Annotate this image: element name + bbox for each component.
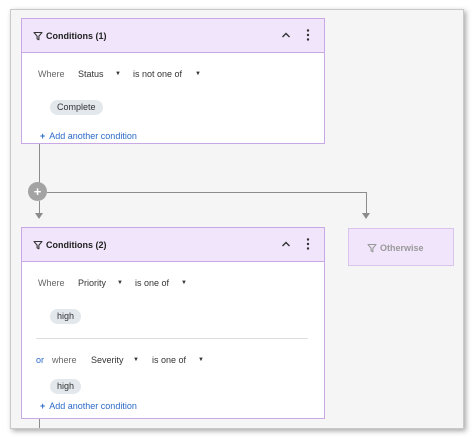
card-title: Conditions (2): [46, 240, 107, 250]
condition-row: Where Priority ▼ is one of ▼: [22, 278, 324, 292]
filter-funnel-icon: [367, 243, 377, 253]
caret-down-icon[interactable]: ▼: [117, 280, 123, 286]
condition-divider: [36, 338, 308, 339]
add-condition-label: Add another condition: [49, 131, 137, 141]
add-condition-link[interactable]: + Add another condition: [40, 401, 137, 411]
connector-line: [47, 192, 366, 193]
more-vertical-icon[interactable]: [301, 27, 315, 43]
field-select[interactable]: Priority: [78, 278, 106, 288]
or-conjunction[interactable]: or: [36, 355, 44, 365]
condition-row: or where Severity ▼ is one of ▼: [22, 355, 324, 369]
chevron-up-icon[interactable]: [281, 31, 291, 39]
add-condition-link[interactable]: + Add another condition: [40, 131, 137, 141]
field-select[interactable]: Status: [78, 69, 104, 79]
plus-icon: +: [40, 131, 46, 141]
caret-down-icon[interactable]: ▼: [195, 71, 201, 77]
caret-down-icon[interactable]: ▼: [133, 357, 139, 363]
workflow-canvas: + Conditions (1) Where Status ▼ is not o…: [10, 9, 464, 429]
conditions-card-header: Conditions (1): [22, 19, 324, 53]
conditions-card-1: Conditions (1) Where Status ▼ is not one…: [21, 18, 325, 144]
operator-select[interactable]: is one of: [135, 278, 169, 288]
chevron-up-icon[interactable]: [281, 240, 291, 248]
otherwise-label: Otherwise: [380, 243, 424, 253]
plus-icon: +: [40, 401, 46, 411]
connector-line: [39, 143, 40, 183]
caret-down-icon[interactable]: ▼: [115, 71, 121, 77]
value-chip[interactable]: high: [50, 309, 82, 324]
operator-select[interactable]: is one of: [152, 355, 186, 365]
connector-line: [39, 418, 40, 428]
plus-icon: +: [33, 184, 42, 199]
more-vertical-icon[interactable]: [301, 236, 315, 252]
value-chip[interactable]: Complete: [50, 100, 103, 115]
caret-down-icon[interactable]: ▼: [181, 280, 187, 286]
where-label: Where: [38, 278, 65, 288]
field-select[interactable]: Severity: [91, 355, 124, 365]
add-condition-label: Add another condition: [49, 401, 137, 411]
operator-select[interactable]: is not one of: [133, 69, 182, 79]
condition-row: Where Status ▼ is not one of ▼: [22, 69, 324, 83]
otherwise-node[interactable]: Otherwise: [348, 228, 454, 266]
connector-line: [366, 192, 367, 214]
card-title: Conditions (1): [46, 31, 107, 41]
where-label: Where: [38, 69, 65, 79]
filter-funnel-icon: [33, 31, 43, 41]
filter-funnel-icon: [33, 240, 43, 250]
conditions-card-2: Conditions (2) Where Priority ▼ is one o…: [21, 227, 325, 419]
conditions-card-header: Conditions (2): [22, 228, 324, 262]
caret-down-icon[interactable]: ▼: [198, 357, 204, 363]
where-label: where: [52, 355, 77, 365]
value-chip[interactable]: high: [50, 379, 82, 394]
connector-arrow: [35, 213, 43, 219]
connector-arrow: [362, 213, 370, 219]
add-branch-button[interactable]: +: [28, 182, 47, 201]
